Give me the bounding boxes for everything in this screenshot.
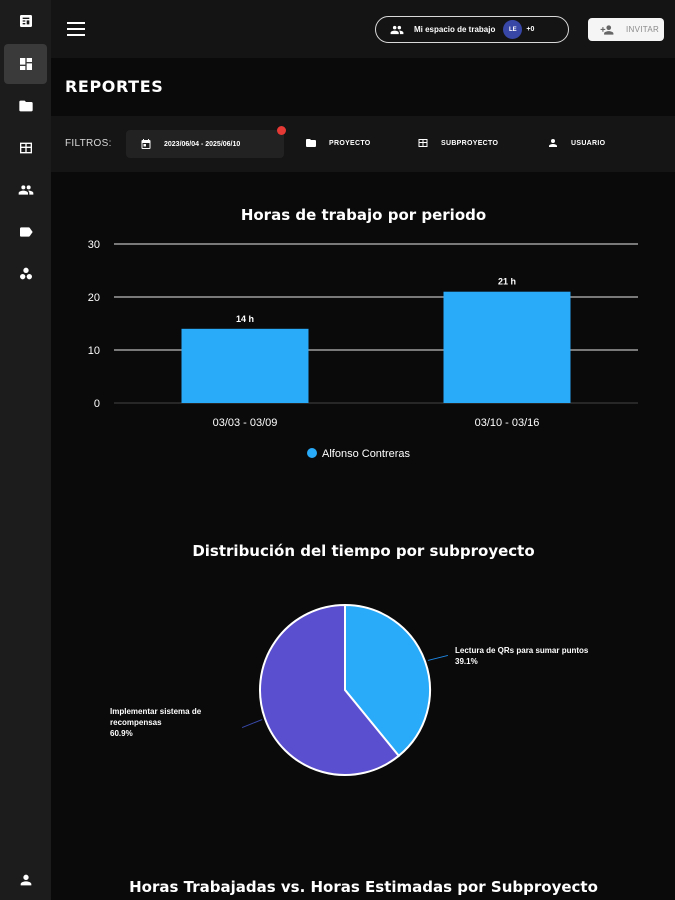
legend-swatch: [307, 448, 317, 458]
folder-icon: [306, 139, 316, 147]
pie-slice-percent: 60.9%: [110, 729, 133, 738]
sidebar-item-projects[interactable]: [4, 86, 47, 126]
workspace-label: Mi espacio de trabajo: [414, 25, 496, 34]
user-filter-label: USUARIO: [571, 139, 606, 147]
pie-slice-label: Lectura de QRs para sumar puntos: [455, 646, 589, 655]
bar: [443, 291, 571, 403]
group-icon: [18, 185, 33, 195]
filter-bar: FILTROS: 2023/06/04 - 2025/06/10 PROYECT…: [51, 116, 675, 172]
legend-label: Alfonso Contreras: [322, 448, 411, 460]
member-count: +0: [526, 26, 535, 33]
y-tick-label: 30: [88, 239, 100, 251]
tag-icon: [19, 227, 33, 237]
sidebar-item-dashboard[interactable]: [4, 44, 47, 84]
page-title: REPORTES: [65, 77, 164, 96]
sidebar: [0, 0, 51, 900]
date-range-filter[interactable]: 2023/06/04 - 2025/06/10: [126, 130, 284, 158]
folder-icon: [18, 100, 33, 112]
menu-icon[interactable]: [67, 22, 85, 36]
sidebar-item-analytics[interactable]: [4, 254, 47, 294]
sidebar-item-team[interactable]: [4, 170, 47, 210]
pie-slice-percent: 39.1%: [455, 657, 478, 666]
table-icon: [418, 139, 428, 147]
report-icon: [19, 15, 32, 27]
calendar-icon: [141, 139, 151, 149]
bubble-chart-icon: [19, 267, 32, 280]
project-filter[interactable]: PROYECTO: [305, 137, 371, 149]
bar-chart: 0 10 20 30 14 h 03/03 - 03/09 21 h 03/10 - 03/1…: [88, 239, 638, 460]
user-filter[interactable]: USUARIO: [547, 137, 605, 149]
invite-button[interactable]: INVITAR: [588, 18, 664, 41]
y-tick-label: 0: [94, 398, 100, 410]
top-bar: Mi espacio de trabajo LE +0 INVITAR: [51, 0, 675, 58]
sidebar-item-table[interactable]: [4, 128, 47, 168]
x-tick-label: 03/10 - 03/16: [475, 417, 540, 429]
subproject-filter-label: SUBPROYECTO: [441, 139, 499, 147]
bar-data-label: 14 h: [236, 314, 254, 324]
subproject-filter[interactable]: SUBPROYECTO: [417, 137, 498, 149]
table-icon: [19, 142, 32, 154]
avatar: LE: [503, 20, 523, 39]
active-filter-dot: [277, 126, 286, 135]
y-tick-label: 10: [88, 345, 100, 357]
pie-slice-label: Implementar sistema de recompensas: [110, 707, 202, 727]
bar: [181, 328, 309, 403]
group-icon: [390, 25, 404, 34]
add-user-icon: [600, 24, 614, 35]
workspace-selector[interactable]: Mi espacio de trabajo LE +0: [375, 16, 569, 43]
filters-label: FILTROS:: [65, 138, 112, 149]
pie-leader-line: [241, 719, 263, 729]
bar-chart-title: Horas de trabajo por periodo: [240, 206, 487, 224]
pie-leader-line: [427, 654, 449, 661]
dashboard-icon: [19, 58, 32, 70]
x-tick-label: 03/03 - 03/09: [213, 417, 278, 429]
project-filter-label: PROYECTO: [329, 139, 371, 147]
sidebar-item-reports[interactable]: [4, 1, 47, 41]
pie-chart: Lectura de QRs para sumar puntos 39.1% Imp…: [110, 603, 589, 776]
hours-comparison-title: Horas Trabajadas vs. Horas Estimadas por…: [129, 878, 598, 896]
invite-label: INVITAR: [626, 25, 660, 34]
pie-chart-title: Distribución del tiempo por subproyecto: [192, 542, 535, 560]
date-range-text: 2023/06/04 - 2025/06/10: [164, 140, 241, 148]
user-icon: [549, 139, 557, 147]
y-tick-label: 20: [88, 292, 100, 304]
bar-data-label: 21 h: [498, 277, 516, 287]
